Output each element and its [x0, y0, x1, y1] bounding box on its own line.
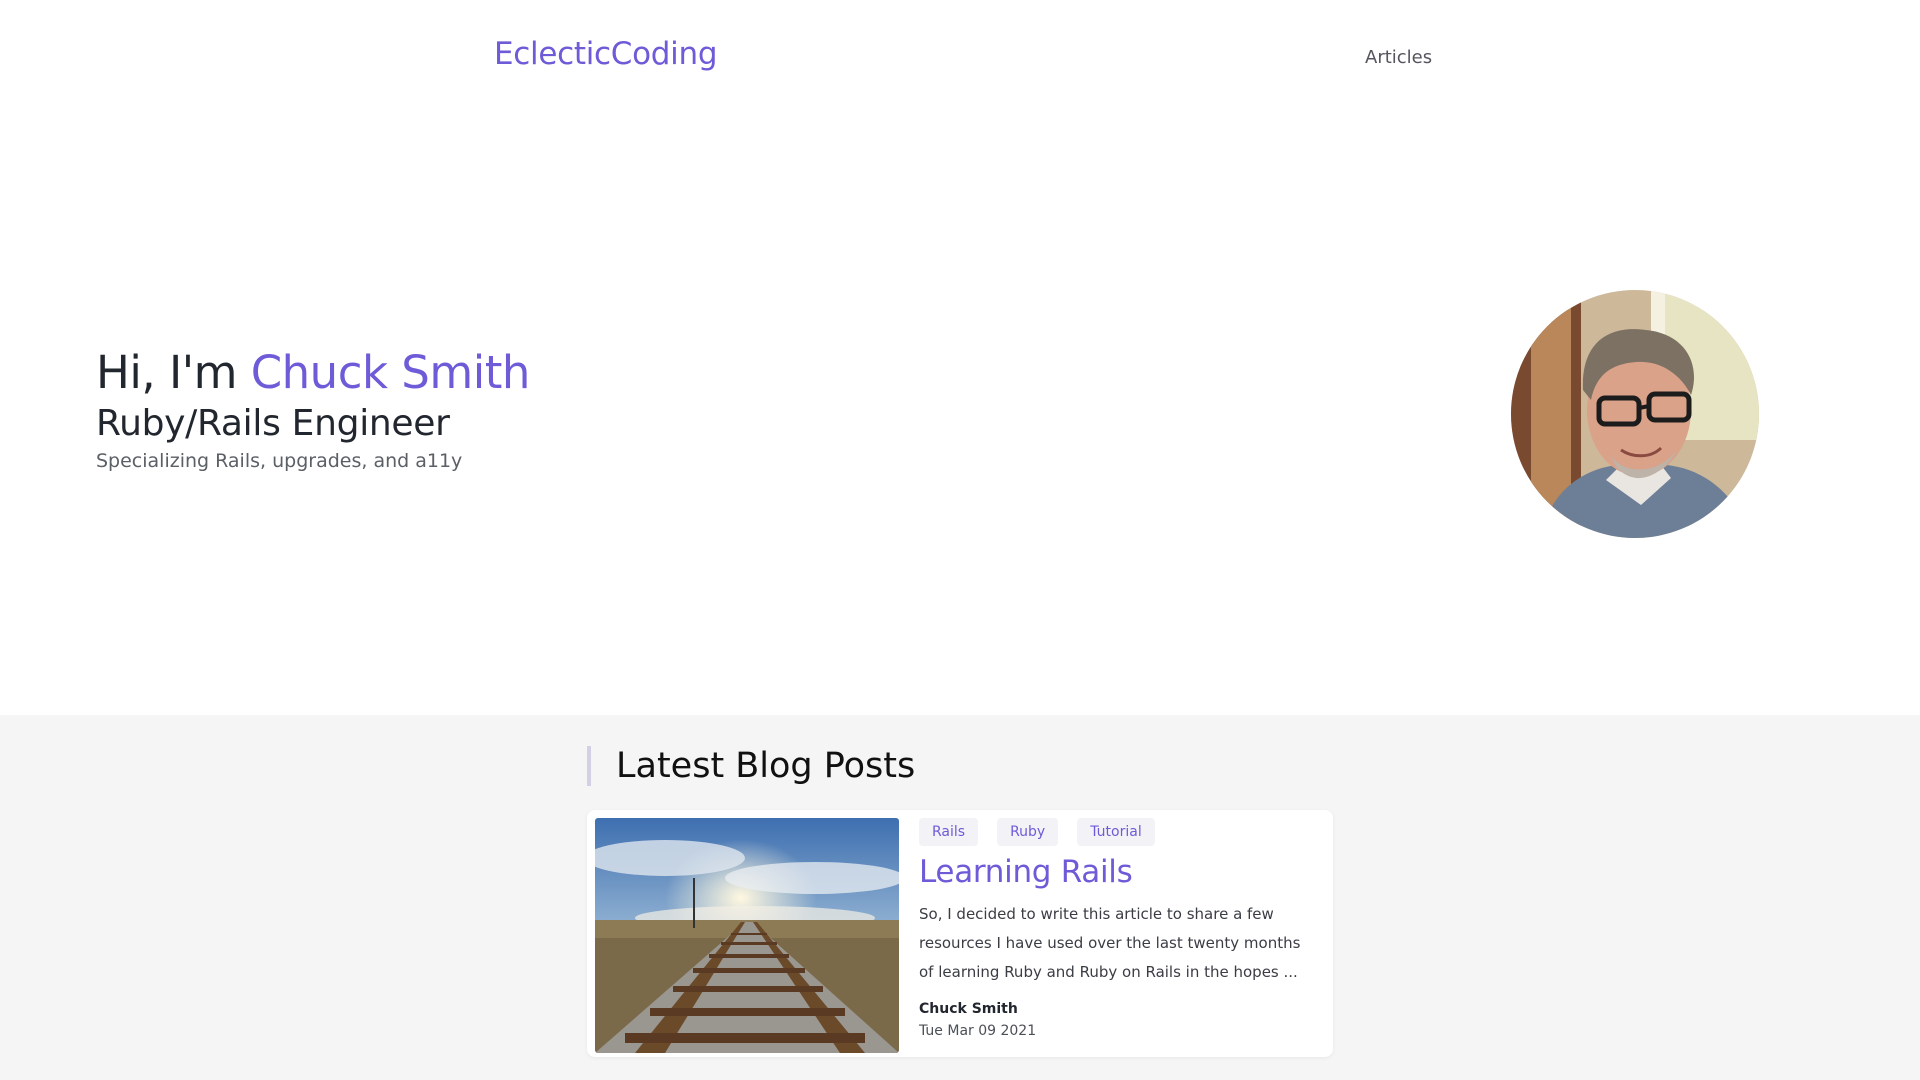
post-card[interactable]: Rails Ruby Tutorial Learning Rails So, I…: [587, 810, 1333, 1057]
post-title-link[interactable]: Learning Rails: [919, 854, 1319, 890]
post-date: Tue Mar 09 2021: [919, 1023, 1037, 1039]
brand-logo-link[interactable]: EclecticCoding: [494, 36, 718, 72]
nav-link-articles[interactable]: Articles: [1365, 47, 1432, 68]
site-header: EclecticCoding Articles: [0, 0, 1920, 112]
hero-greeting: Hi, I'm: [96, 346, 251, 399]
post-tags: Rails Ruby Tutorial: [919, 818, 1319, 846]
hero-text: Hi, I'm Chuck Smith Ruby/Rails Engineer …: [96, 346, 530, 472]
hero-subtitle: Specializing Rails, upgrades, and a11y: [96, 450, 463, 472]
post-card-body: Rails Ruby Tutorial Learning Rails So, I…: [919, 818, 1319, 1039]
avatar: [1511, 290, 1759, 538]
hero-role: Ruby/Rails Engineer: [96, 403, 450, 444]
latest-posts-section: Latest Blog Posts Rails Ruby Tutorial Le…: [0, 715, 1920, 1080]
tag-ruby[interactable]: Ruby: [997, 818, 1059, 846]
hero-name: Chuck Smith: [250, 346, 531, 399]
hero-section: Hi, I'm Chuck Smith Ruby/Rails Engineer …: [0, 112, 1920, 715]
post-author: Chuck Smith: [919, 1001, 1018, 1017]
section-title: Latest Blog Posts: [587, 746, 915, 786]
post-excerpt: So, I decided to write this article to s…: [919, 905, 1301, 981]
hero-title: Hi, I'm Chuck Smith: [96, 346, 530, 399]
tag-rails[interactable]: Rails: [919, 818, 979, 846]
tag-tutorial[interactable]: Tutorial: [1077, 818, 1155, 846]
railroad-image: [595, 818, 899, 1053]
post-thumbnail[interactable]: [595, 818, 899, 1053]
avatar-photo: [1511, 290, 1759, 538]
